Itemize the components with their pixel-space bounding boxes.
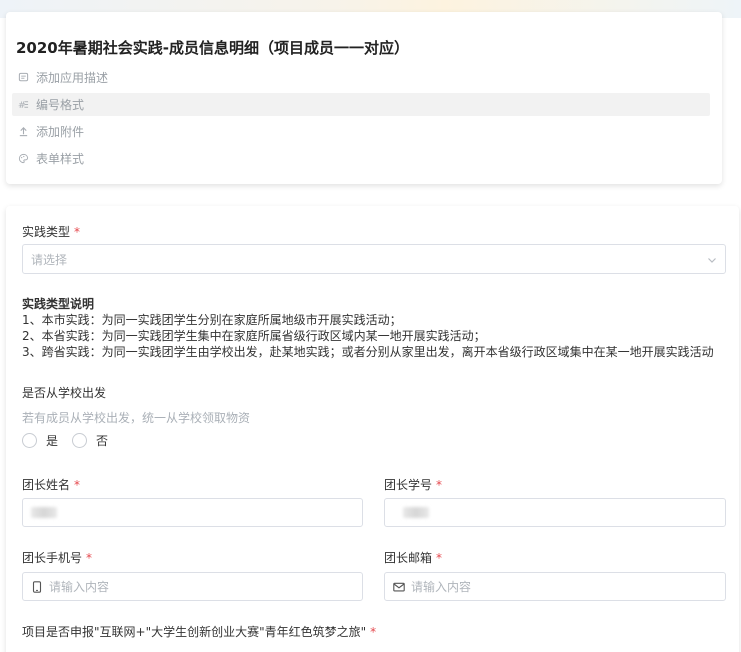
leader-email-placeholder: 请输入内容 (411, 580, 472, 594)
from-school-label: 是否从学校出发 (22, 386, 107, 400)
email-icon (393, 581, 405, 593)
description-line: 2、本省实践：为同一实践团学生集中在家庭所属省级行政区域内某一地开展实践活动； (22, 329, 486, 343)
palette-icon (16, 152, 30, 166)
description-icon (16, 71, 30, 85)
form-style-label: 表单样式 (36, 152, 85, 166)
leader-name-value-redacted (31, 507, 57, 518)
form-title[interactable]: 2020年暑期社会实践-成员信息明细（项目成员一一对应） (16, 37, 409, 58)
chevron-down-icon (707, 254, 717, 268)
practice-type-description: 实践类型说明 1、本市实践：为同一实践团学生分别在家庭所属地级市开展实践活动； … (22, 296, 714, 360)
leader-phone-label: 团长手机号 * (22, 551, 93, 565)
description-line: 3、跨省实践：为同一实践团学生由学校出发，赴某地实践；或者分别从家里出发，离开本… (22, 345, 714, 359)
upload-icon (16, 125, 30, 139)
project-declare-label: 项目是否申报"互联网+"大学生创新创业大赛"青年红色筑梦之旅" * (22, 625, 377, 639)
leader-phone-input[interactable]: 请输入内容 (22, 572, 363, 601)
number-format-label: 编号格式 (36, 98, 85, 112)
form-body-card: 实践类型 * 请选择 实践类型说明 1、本市实践：为同一实践团学生分别在家庭所属地… (6, 206, 739, 652)
radio-no-label[interactable]: 否 (96, 432, 108, 449)
add-attachment-item[interactable]: 添加附件 (12, 120, 710, 143)
leader-id-value-redacted (403, 507, 429, 518)
add-description-item[interactable]: 添加应用描述 (12, 66, 710, 89)
leader-email-input[interactable]: 请输入内容 (384, 572, 726, 601)
practice-type-label: 实践类型 * (22, 225, 81, 239)
phone-icon (31, 580, 43, 593)
radio-no[interactable] (72, 433, 88, 448)
from-school-radio-group: 是 否 (22, 432, 122, 449)
leader-name-input[interactable] (22, 498, 363, 527)
leader-id-input[interactable] (384, 498, 726, 527)
add-attachment-label: 添加附件 (36, 125, 85, 139)
practice-type-placeholder: 请选择 (31, 252, 68, 267)
leader-email-label: 团长邮箱 * (384, 551, 443, 565)
number-format-icon: # (16, 98, 30, 112)
add-description-label: 添加应用描述 (36, 71, 109, 85)
form-header-card: 2020年暑期社会实践-成员信息明细（项目成员一一对应） 添加应用描述 # 编号… (6, 12, 722, 184)
leader-name-label: 团长姓名 * (22, 478, 81, 492)
radio-yes[interactable] (22, 433, 37, 448)
description-title: 实践类型说明 (22, 297, 95, 311)
leader-id-label: 团长学号 * (384, 478, 443, 492)
description-line: 1、本市实践：为同一实践团学生分别在家庭所属地级市开展实践活动； (22, 313, 402, 327)
radio-yes-label[interactable]: 是 (46, 432, 58, 449)
number-format-item[interactable]: # 编号格式 (12, 93, 710, 116)
form-style-item[interactable]: 表单样式 (12, 147, 710, 170)
practice-type-select[interactable]: 请选择 (22, 244, 726, 274)
from-school-hint: 若有成员从学校出发，统一从学校领取物资 (22, 411, 251, 425)
leader-phone-placeholder: 请输入内容 (49, 580, 110, 594)
